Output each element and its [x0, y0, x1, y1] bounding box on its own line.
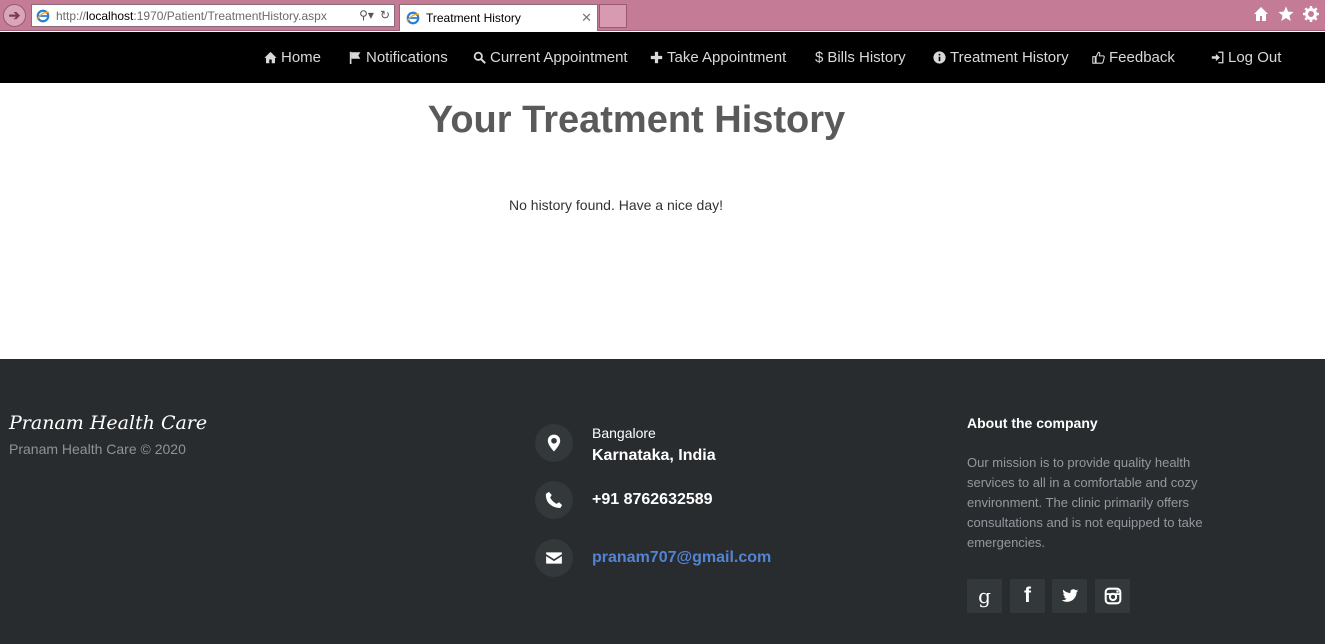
flag-icon — [349, 51, 361, 64]
ie-icon — [406, 11, 420, 25]
nav-log-out[interactable]: Log Out — [1211, 32, 1281, 83]
phone-icon — [535, 481, 573, 519]
footer: Pranam Health Care Pranam Health Care © … — [0, 359, 1325, 644]
instagram-icon[interactable] — [1095, 579, 1130, 613]
tab-title: Treatment History — [426, 11, 521, 25]
plus-icon — [650, 51, 663, 64]
nav-current-appointment-label: Current Appointment — [490, 49, 628, 66]
twitter-icon[interactable] — [1052, 579, 1087, 613]
browser-tab-treatment-history[interactable]: Treatment History ✕ — [399, 4, 598, 31]
nav-bills-history[interactable]: $ Bills History — [815, 32, 906, 83]
empty-history-message: No history found. Have a nice day! — [509, 197, 724, 213]
nav-bills-history-label: Bills History — [827, 49, 906, 66]
nav-current-appointment[interactable]: Current Appointment — [473, 32, 628, 83]
nav-home[interactable]: Home — [264, 32, 321, 83]
log-out-icon — [1211, 51, 1224, 64]
url-host: localhost — [86, 8, 134, 23]
address-bar[interactable]: http://localhost:1970/Patient/TreatmentH… — [31, 4, 395, 27]
url-path: :1970/Patient/TreatmentHistory.aspx — [133, 8, 327, 23]
about-text: Our mission is to provide quality health… — [967, 455, 1203, 550]
favorites-star-icon[interactable] — [1278, 6, 1294, 22]
nav-take-appointment[interactable]: Take Appointment — [650, 32, 786, 83]
dollar-icon: $ — [815, 49, 824, 66]
close-icon[interactable]: ✕ — [581, 10, 592, 26]
envelope-icon — [535, 539, 573, 577]
nav-take-appointment-label: Take Appointment — [667, 49, 787, 66]
nav-notifications-label: Notifications — [366, 49, 448, 66]
footer-copyright: Pranam Health Care © 2020 — [9, 441, 186, 457]
search-icon — [473, 51, 486, 64]
contact-city: Bangalore — [592, 425, 656, 441]
contact-phone: +91 8762632589 — [592, 491, 713, 508]
nav-treatment-history[interactable]: Treatment History — [933, 32, 1069, 83]
nav-feedback-label: Feedback — [1109, 49, 1175, 66]
ie-icon — [36, 9, 50, 22]
nav-log-out-label: Log Out — [1228, 49, 1282, 66]
main-navbar: Home Notifications Current Appointment T… — [0, 32, 1325, 83]
google-icon[interactable]: g — [967, 579, 1002, 613]
new-tab-button[interactable] — [599, 4, 627, 28]
home-icon — [264, 51, 277, 64]
browser-toolbar: ➔ http://localhost:1970/Patient/Treatmen… — [0, 0, 1325, 31]
info-icon — [933, 51, 946, 64]
refresh-icon[interactable]: ↻ — [380, 8, 390, 22]
back-button[interactable]: ➔ — [3, 4, 26, 27]
thumbs-up-icon — [1092, 51, 1105, 64]
url-prefix: http:// — [56, 8, 87, 23]
nav-feedback[interactable]: Feedback — [1092, 32, 1175, 83]
contact-state: Karnataka, India — [592, 447, 716, 464]
nav-treatment-history-label: Treatment History — [950, 49, 1069, 66]
map-marker-icon — [535, 424, 573, 462]
footer-brand: Pranam Health Care — [9, 412, 208, 434]
gear-icon[interactable] — [1303, 6, 1319, 22]
search-icon[interactable]: ⚲▾ — [359, 8, 374, 22]
about-title: About the company — [967, 415, 1098, 431]
contact-email-link[interactable]: pranam707@gmail.com — [592, 549, 771, 567]
home-icon[interactable] — [1253, 6, 1269, 22]
nav-notifications[interactable]: Notifications — [349, 32, 448, 83]
nav-home-label: Home — [281, 49, 322, 66]
facebook-icon[interactable]: f — [1010, 579, 1045, 613]
page-title: Your Treatment History — [427, 99, 846, 141]
